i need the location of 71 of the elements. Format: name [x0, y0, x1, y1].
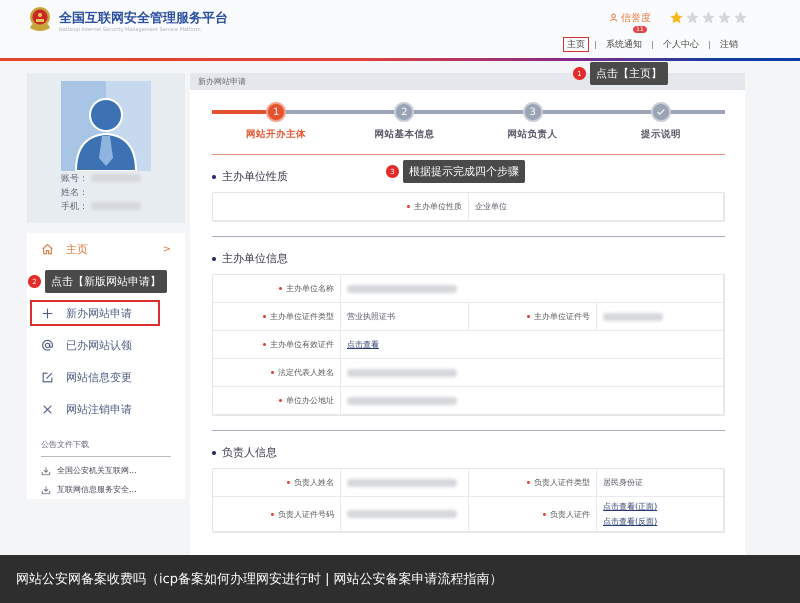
at-sign-icon — [41, 338, 54, 352]
view-link[interactable]: 点击查看 — [347, 339, 379, 350]
nav-link[interactable]: 注销 — [716, 37, 742, 52]
field-value: 营业执照证书 — [347, 311, 395, 322]
field-label: 单位办公地址 — [279, 395, 334, 406]
chevron: > — [162, 244, 171, 254]
field-label: 主办单位有效证件 — [263, 339, 334, 350]
user-icon — [609, 13, 618, 22]
credit-text: 信誉度 — [621, 12, 651, 24]
field-label: 主办单位性质 — [407, 201, 462, 212]
section-title: 主办单位性质 — [222, 169, 288, 184]
field-value: 企业单位 — [475, 201, 507, 212]
view-link[interactable]: 点击查看(正面) — [603, 501, 658, 512]
plus-icon — [41, 306, 54, 320]
field-label: 负责人证件 — [543, 508, 590, 520]
download-title: 互联网信息服务安全... — [57, 484, 137, 495]
check-icon — [656, 107, 666, 117]
sidebar-item[interactable]: 网站注销申请 — [27, 393, 185, 425]
field-value: 居民身份证 — [603, 477, 643, 488]
caption-bar: 网站公安网备案收费吗（icp备案如何办理网安进行时 | 网站公安备案申请流程指南） — [0, 555, 800, 603]
close-icon — [41, 402, 54, 416]
field-label: 主办单位证件类型 — [263, 311, 334, 322]
nav-link[interactable]: 个人中心 — [659, 37, 703, 52]
sidebar-item[interactable]: 新办网站申请 — [27, 297, 163, 329]
star-icon — [669, 10, 684, 25]
section-title: 主办单位信息 — [222, 251, 288, 266]
step-label: 网站基本信息 — [374, 128, 434, 141]
field-label: 主办单位证件号 — [527, 311, 590, 322]
field-label: 负责人姓名 — [287, 477, 334, 488]
site-title: 全国互联网安全管理服务平台 — [59, 10, 228, 27]
sidebar-item-label: 网站信息变更 — [66, 370, 132, 384]
edit-icon — [41, 370, 54, 384]
step-label: 提示说明 — [640, 128, 681, 141]
nav-link[interactable]: 主页 — [563, 37, 589, 52]
avatar-icon — [61, 81, 151, 171]
view-link[interactable]: 点击查看(反面) — [603, 516, 658, 527]
sidebar-item-label: 主页 — [66, 242, 88, 256]
hint-tooltip: 点击【新版网站申请】 — [45, 270, 167, 293]
sidebar-item[interactable]: 网站信息变更 — [27, 361, 185, 393]
home-icon — [41, 242, 54, 256]
field-label: 法定代表人姓名 — [271, 367, 334, 378]
hint-tooltip: 根据提示完成四个步骤 — [403, 160, 525, 183]
download-icon — [41, 466, 51, 476]
profile-label: 姓名： — [61, 186, 88, 198]
download-link[interactable]: 全国公安机关互联网... — [41, 465, 171, 476]
sidebar-item-label: 已办网站认领 — [66, 338, 132, 352]
star-icon — [685, 10, 700, 25]
download-title: 全国公安机关互联网... — [57, 465, 137, 476]
sidebar-item[interactable]: 已办网站认领 — [27, 329, 185, 361]
star-icon — [717, 10, 732, 25]
downloads-title: 公告文件下载 — [41, 439, 171, 457]
section-title: 负责人信息 — [222, 445, 277, 460]
star-icon — [701, 10, 716, 25]
field-label: 负责人证件号码 — [271, 508, 334, 520]
field-label: 主办单位名称 — [279, 283, 334, 294]
step-marker: 2 — [394, 102, 414, 122]
sidebar-item-label: 网站注销申请 — [66, 402, 132, 416]
step-label: 网站负责人 — [508, 128, 558, 141]
blurred-value — [603, 312, 663, 320]
step-label: 网站开办主体 — [246, 128, 306, 141]
download-link[interactable]: 互联网信息服务安全... — [41, 484, 171, 495]
step-marker: 1 — [266, 102, 286, 122]
field-label: 负责人证件类型 — [527, 477, 590, 488]
download-icon — [41, 484, 51, 494]
profile-label: 手机： — [61, 200, 88, 212]
step-marker: 3 — [522, 102, 543, 122]
star-icon — [733, 10, 748, 25]
emblem-icon — [28, 6, 52, 34]
profile-label: 账号： — [61, 172, 88, 184]
hint-tooltip: 点击【主页】 — [590, 62, 668, 85]
sidebar-item-label: 新办网站申请 — [66, 306, 132, 320]
